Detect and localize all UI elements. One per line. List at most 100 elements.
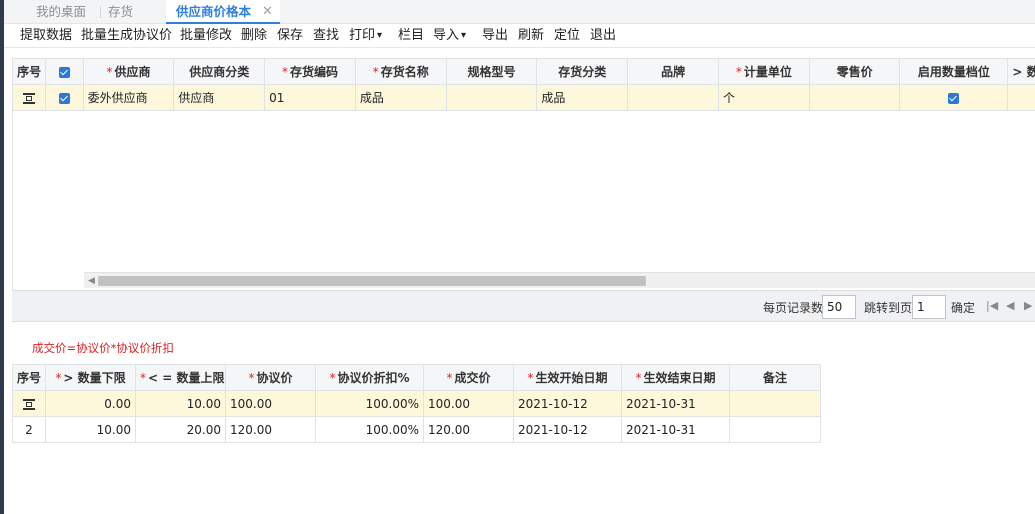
cell-end-date[interactable]: 2021-10-31 (621, 416, 730, 443)
print-button[interactable]: 打印 ▾ (349, 26, 382, 46)
goto-page-input[interactable]: 1 (912, 295, 946, 319)
col-unit-label: 计量单位 (743, 65, 792, 79)
select-all-checkbox[interactable] (58, 66, 70, 78)
cell-deal-price[interactable]: 120.00 (423, 416, 514, 443)
cell-unit[interactable]: 个 (717, 84, 810, 111)
cell-brand[interactable] (627, 84, 719, 111)
col-item-code[interactable]: * 存货编码 (264, 58, 356, 85)
row-checkbox-cell[interactable] (45, 84, 84, 111)
tier-col-seq[interactable]: 序号 (12, 364, 46, 391)
print-label: 打印 (349, 28, 376, 43)
cell-start-date[interactable]: 2021-10-12 (513, 416, 622, 443)
col-item-name[interactable]: * 存货名称 (354, 58, 447, 85)
tier-col-discount[interactable]: * 协议价折扣% (315, 364, 424, 391)
cell-qty-max[interactable]: 10.00 (135, 390, 226, 417)
locate-button[interactable]: 定位 (554, 26, 580, 46)
first-page-icon[interactable]: |◀ (986, 299, 998, 312)
tier-col-agreed-price[interactable]: * 协议价 (225, 364, 316, 391)
table-row[interactable]: 2 10.00 20.00 120.00 100.00% 120.00 2021… (12, 416, 821, 443)
col-item-code-label: 存货编码 (290, 65, 339, 79)
col-item-name-label: 存货名称 (380, 65, 429, 79)
horizontal-scrollbar[interactable]: ◀ (84, 272, 1035, 288)
row-detail-icon[interactable] (23, 398, 35, 410)
col-item-class[interactable]: 存货分类 (536, 58, 629, 85)
batch-generate-button[interactable]: 批量生成协议价 (81, 26, 172, 46)
exit-button[interactable]: 退出 (590, 26, 616, 46)
col-supplier[interactable]: * 供应商 (82, 58, 175, 85)
columns-button[interactable]: 栏目 (398, 26, 424, 46)
cell-qty-min[interactable]: 10.00 (45, 416, 136, 443)
cell-remark[interactable] (729, 390, 821, 417)
fetch-data-button[interactable]: 提取数据 (20, 26, 72, 46)
cell-agreed-price[interactable]: 120.00 (225, 416, 316, 443)
find-button[interactable]: 查找 (313, 26, 339, 46)
cell-qty-max[interactable]: 20.00 (135, 416, 226, 443)
tier-col-deal-price[interactable]: * 成交价 (423, 364, 514, 391)
cell-deal-price[interactable]: 100.00 (423, 390, 514, 417)
cell-start-date[interactable]: 2021-10-12 (513, 390, 622, 417)
cell-item-class[interactable]: 成品 (536, 84, 629, 111)
chevron-down-icon: ▾ (461, 30, 467, 41)
row-detail-cell[interactable] (11, 84, 47, 111)
formula-note: 成交价=协议价*协议价折扣 (32, 341, 174, 355)
cell-discount[interactable]: 100.00% (315, 416, 424, 443)
cell-spec[interactable] (445, 84, 538, 111)
tab-separator (100, 6, 101, 18)
per-page-input[interactable]: 50 (822, 295, 856, 319)
row-checkbox[interactable] (58, 92, 70, 104)
cell-supplier[interactable]: 委外供应商 (82, 84, 175, 111)
col-retail-price[interactable]: 零售价 (808, 58, 901, 85)
col-unit[interactable]: * 计量单位 (717, 58, 810, 85)
import-button[interactable]: 导入 ▾ (433, 26, 466, 46)
cell-discount[interactable]: 100.00% (315, 390, 424, 417)
tier-row-detail-cell[interactable] (12, 390, 46, 417)
cell-supplier-class[interactable]: 供应商 (173, 84, 266, 111)
scroll-left-icon[interactable]: ◀ (88, 276, 95, 286)
row-detail-icon[interactable] (23, 92, 36, 104)
chevron-down-icon: ▾ (377, 30, 383, 41)
col-more[interactable]: > 数 (1007, 58, 1035, 85)
cell-item-name[interactable]: 成品 (354, 84, 447, 111)
col-supplier-class[interactable]: 供应商分类 (173, 58, 266, 85)
col-qty-tier[interactable]: 启用数量档位 (899, 58, 1009, 85)
tab-inventory[interactable]: 存货 (108, 0, 133, 24)
tier-col-qty-max-label: < = 数量上限 (148, 371, 225, 385)
tier-col-qty-min[interactable]: * > 数量下限 (45, 364, 136, 391)
cell-remark[interactable] (729, 416, 821, 443)
cell-retail-price[interactable] (808, 84, 901, 111)
col-spec[interactable]: 规格型号 (445, 58, 538, 85)
cell-qty-min[interactable]: 0.00 (45, 390, 136, 417)
scrollbar-thumb[interactable] (98, 276, 646, 286)
batch-edit-button[interactable]: 批量修改 (180, 26, 232, 46)
table-row[interactable]: 委外供应商 供应商 01 成品 成品 个 (11, 84, 1035, 111)
tier-col-start-date[interactable]: * 生效开始日期 (513, 364, 622, 391)
col-supplier-label: 供应商 (114, 65, 151, 79)
tab-my-desktop[interactable]: 我的桌面 (36, 0, 86, 24)
col-seq[interactable]: 序号 (11, 58, 47, 85)
qty-tier-checkbox[interactable] (948, 92, 960, 104)
tier-col-deal-price-label: 成交价 (454, 371, 491, 385)
tier-col-end-date[interactable]: * 生效结束日期 (621, 364, 730, 391)
close-icon[interactable]: ✕ (262, 0, 273, 24)
cell-item-code[interactable]: 01 (264, 84, 356, 111)
table-row[interactable]: 0.00 10.00 100.00 100.00% 100.00 2021-10… (12, 390, 821, 417)
confirm-button[interactable]: 确定 (951, 299, 975, 316)
tab-supplier-price-book[interactable]: 供应商价格本 ✕ (166, 0, 280, 24)
save-button[interactable]: 保存 (277, 26, 303, 46)
next-page-icon[interactable]: ▶ (1024, 299, 1032, 312)
refresh-button[interactable]: 刷新 (518, 26, 544, 46)
cell-more[interactable] (1007, 84, 1035, 111)
cell-agreed-price[interactable]: 100.00 (225, 390, 316, 417)
tier-col-qty-max[interactable]: * < = 数量上限 (135, 364, 226, 391)
col-select-all[interactable] (45, 58, 84, 85)
cell-end-date[interactable]: 2021-10-31 (621, 390, 730, 417)
prev-page-icon[interactable]: ◀ (1006, 299, 1014, 312)
tier-col-remark[interactable]: 备注 (729, 364, 821, 391)
pagination-bar: 每页记录数 50 跳转到页 1 确定 |◀ ◀ ▶ (12, 290, 1035, 322)
goto-page-label: 跳转到页 (864, 301, 913, 315)
col-brand[interactable]: 品牌 (627, 58, 719, 85)
cell-qty-tier[interactable] (899, 84, 1009, 111)
export-button[interactable]: 导出 (482, 26, 508, 46)
delete-button[interactable]: 删除 (241, 26, 267, 46)
tab-bar: 我的桌面 存货 供应商价格本 ✕ (4, 0, 1035, 24)
